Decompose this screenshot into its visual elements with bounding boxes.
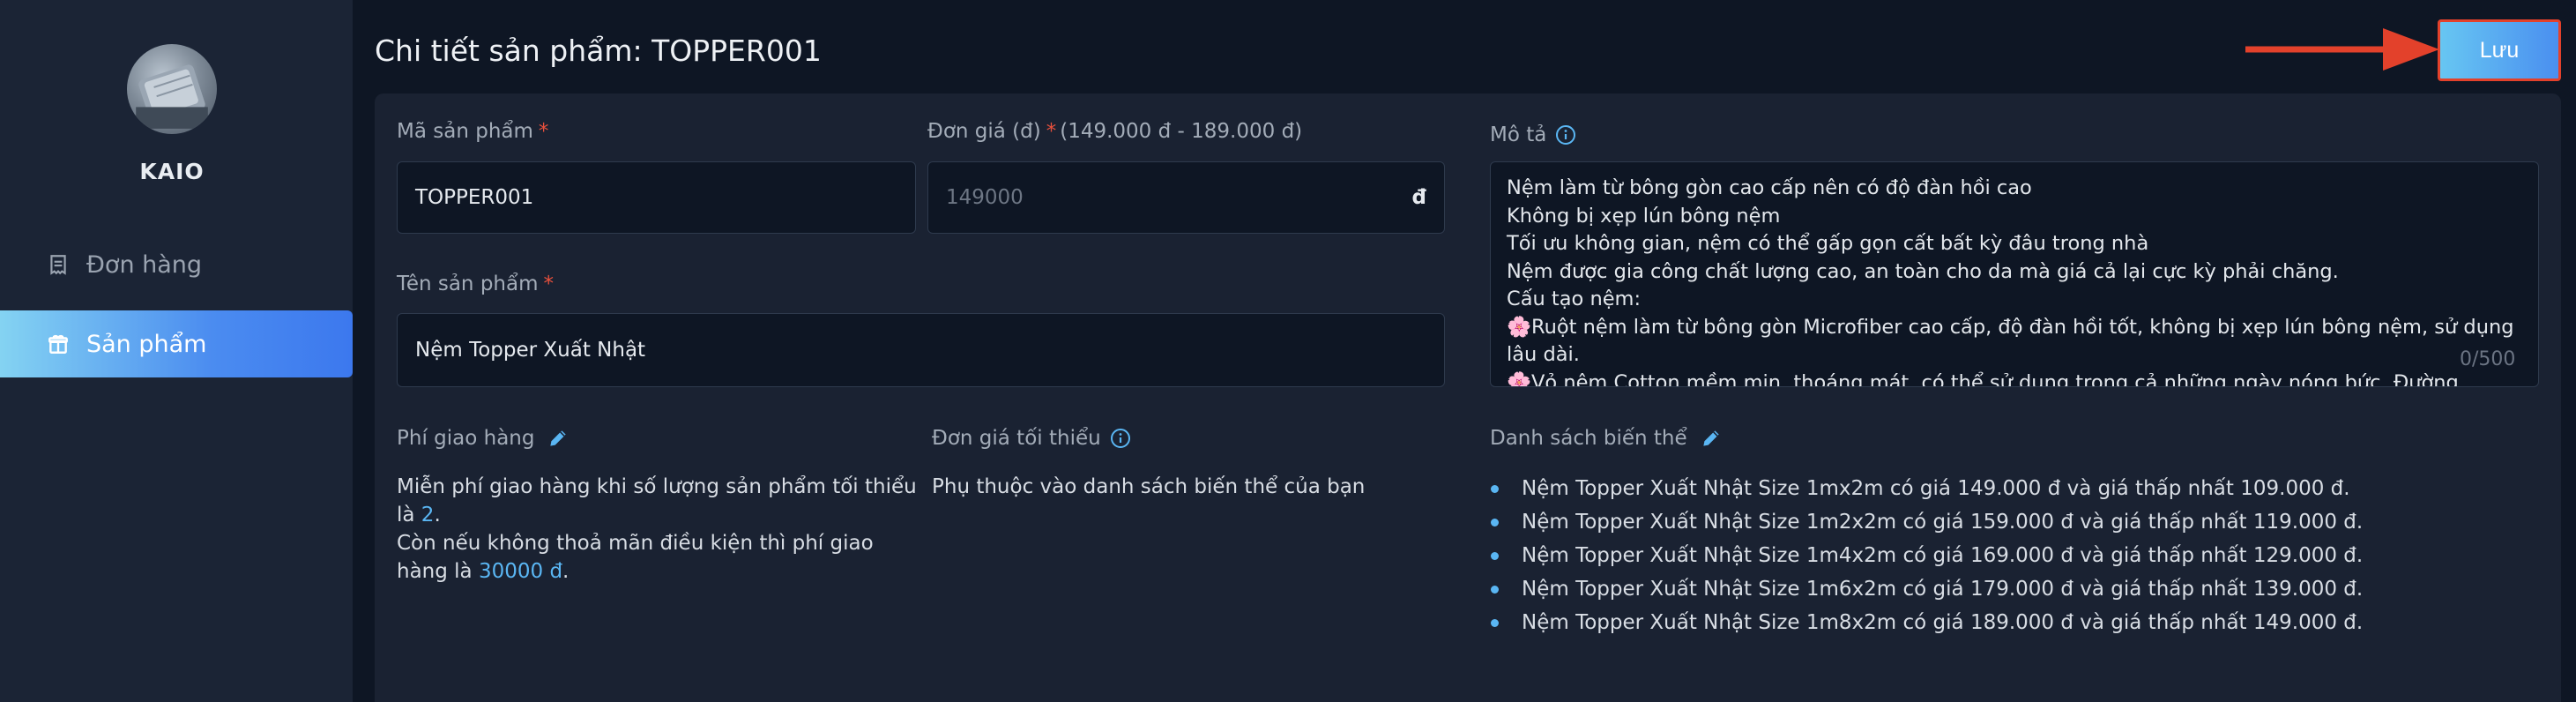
currency-suffix: đ xyxy=(1411,186,1426,209)
bullet-icon xyxy=(1491,586,1499,594)
variant-list: Nệm Topper Xuất Nhật Size 1mx2m có giá 1… xyxy=(1490,472,2363,639)
list-item: Nệm Topper Xuất Nhật Size 1m4x2m có giá … xyxy=(1490,539,2363,572)
variants-label: Danh sách biến thể xyxy=(1490,427,1723,450)
bullet-icon xyxy=(1491,552,1499,560)
info-icon[interactable] xyxy=(1555,124,1576,146)
name-label: Tên sản phẩm * xyxy=(397,273,554,295)
product-code-input[interactable]: TOPPER001 xyxy=(397,161,916,234)
sidebar: KAIO Đơn hàng Sản phẩm xyxy=(0,0,353,702)
shipping-label: Phí giao hàng xyxy=(397,427,570,450)
save-button[interactable]: Lưu xyxy=(2438,19,2561,81)
sidebar-item-label: Sản phẩm xyxy=(86,330,207,358)
list-item: Nệm Topper Xuất Nhật Size 1m2x2m có giá … xyxy=(1490,505,2363,539)
sidebar-item-products[interactable]: Sản phẩm xyxy=(0,310,353,377)
bullet-icon xyxy=(1491,485,1499,493)
list-item: Nệm Topper Xuất Nhật Size 1mx2m có giá 1… xyxy=(1490,472,2363,505)
code-label: Mã sản phẩm * xyxy=(397,120,549,143)
description-label: Mô tả xyxy=(1490,123,1576,146)
list-item: Nệm Topper Xuất Nhật Size 1m6x2m có giá … xyxy=(1490,572,2363,606)
annotation-arrow xyxy=(2245,28,2439,71)
min-price-label: Đơn giá tối thiểu xyxy=(932,427,1131,450)
required-mark: * xyxy=(538,120,549,143)
bullet-icon xyxy=(1491,619,1499,627)
min-price-text: Phụ thuộc vào danh sách biến thể của bạn xyxy=(932,475,1366,498)
price-label: Đơn giá (đ) * (149.000 đ - 189.000 đ) xyxy=(927,120,1303,143)
sidebar-item-orders[interactable]: Đơn hàng xyxy=(0,231,353,298)
required-mark: * xyxy=(543,273,555,295)
receipt-icon xyxy=(46,252,71,277)
price-input[interactable]: 149000 đ xyxy=(927,161,1445,234)
brand-name: KAIO xyxy=(139,159,205,184)
edit-icon[interactable] xyxy=(547,427,570,450)
price-range-hint: (149.000 đ - 189.000 đ) xyxy=(1060,120,1303,143)
description-textarea[interactable]: Nệm làm từ bông gòn cao cấp nên có độ đà… xyxy=(1490,161,2539,387)
gift-icon xyxy=(46,332,71,356)
product-name-input[interactable]: Nệm Topper Xuất Nhật xyxy=(397,313,1445,387)
char-counter: 0/500 xyxy=(2460,348,2516,370)
bullet-icon xyxy=(1491,519,1499,526)
info-icon[interactable] xyxy=(1110,428,1131,449)
avatar-image xyxy=(136,64,208,129)
list-item: Nệm Topper Xuất Nhật Size 1m8x2m có giá … xyxy=(1490,606,2363,639)
avatar[interactable] xyxy=(127,44,217,134)
shipping-description: Miễn phí giao hàng khi số lượng sản phẩm… xyxy=(397,475,917,583)
edit-icon[interactable] xyxy=(1700,427,1723,450)
min-quantity-value: 2 xyxy=(421,504,435,526)
shipping-fee-value: 30000 đ xyxy=(478,560,563,583)
sidebar-item-label: Đơn hàng xyxy=(86,250,203,279)
required-mark: * xyxy=(1046,120,1057,143)
page-title: Chi tiết sản phẩm: TOPPER001 xyxy=(375,34,822,68)
